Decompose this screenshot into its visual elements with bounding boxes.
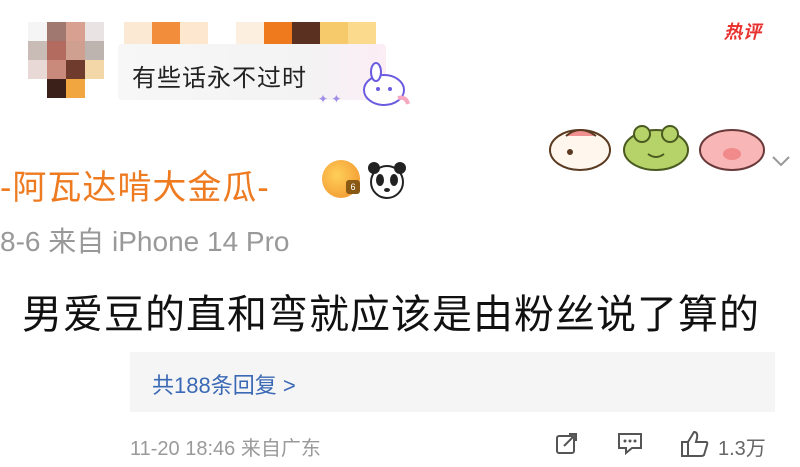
pig-sticker-icon [699, 129, 765, 171]
post-content: 男爱豆的直和弯就应该是由粉丝说了算的 [22, 293, 760, 337]
quote-text: 有些话永不过时 [132, 65, 307, 92]
avatar[interactable] [28, 22, 104, 98]
sparkle-icon: ✦ ✦ [318, 92, 342, 106]
share-icon[interactable] [554, 430, 580, 456]
chevron-down-icon[interactable] [770, 150, 792, 172]
like-icon[interactable] [680, 430, 710, 458]
username-mosaic[interactable] [124, 22, 376, 44]
poster-name[interactable]: -阿瓦达啃大金瓜- [0, 160, 270, 209]
like-count: 1.3万 [718, 438, 766, 460]
replies-link[interactable]: 共188条回复 > [152, 368, 296, 400]
bunny-sticker-icon [363, 62, 410, 106]
comment-meta: 11-20 18:46 来自广东 [130, 438, 321, 460]
comment-icon[interactable] [616, 430, 644, 456]
panda-icon [368, 162, 406, 199]
hot-comment-tag: 热评 [724, 22, 762, 42]
cat-sticker-icon [549, 129, 611, 171]
level-badge: 6 [346, 180, 360, 194]
sticker-row [549, 125, 765, 171]
frog-sticker-icon [623, 125, 689, 171]
post-meta: 8-6 来自 iPhone 14 Pro [0, 226, 290, 257]
